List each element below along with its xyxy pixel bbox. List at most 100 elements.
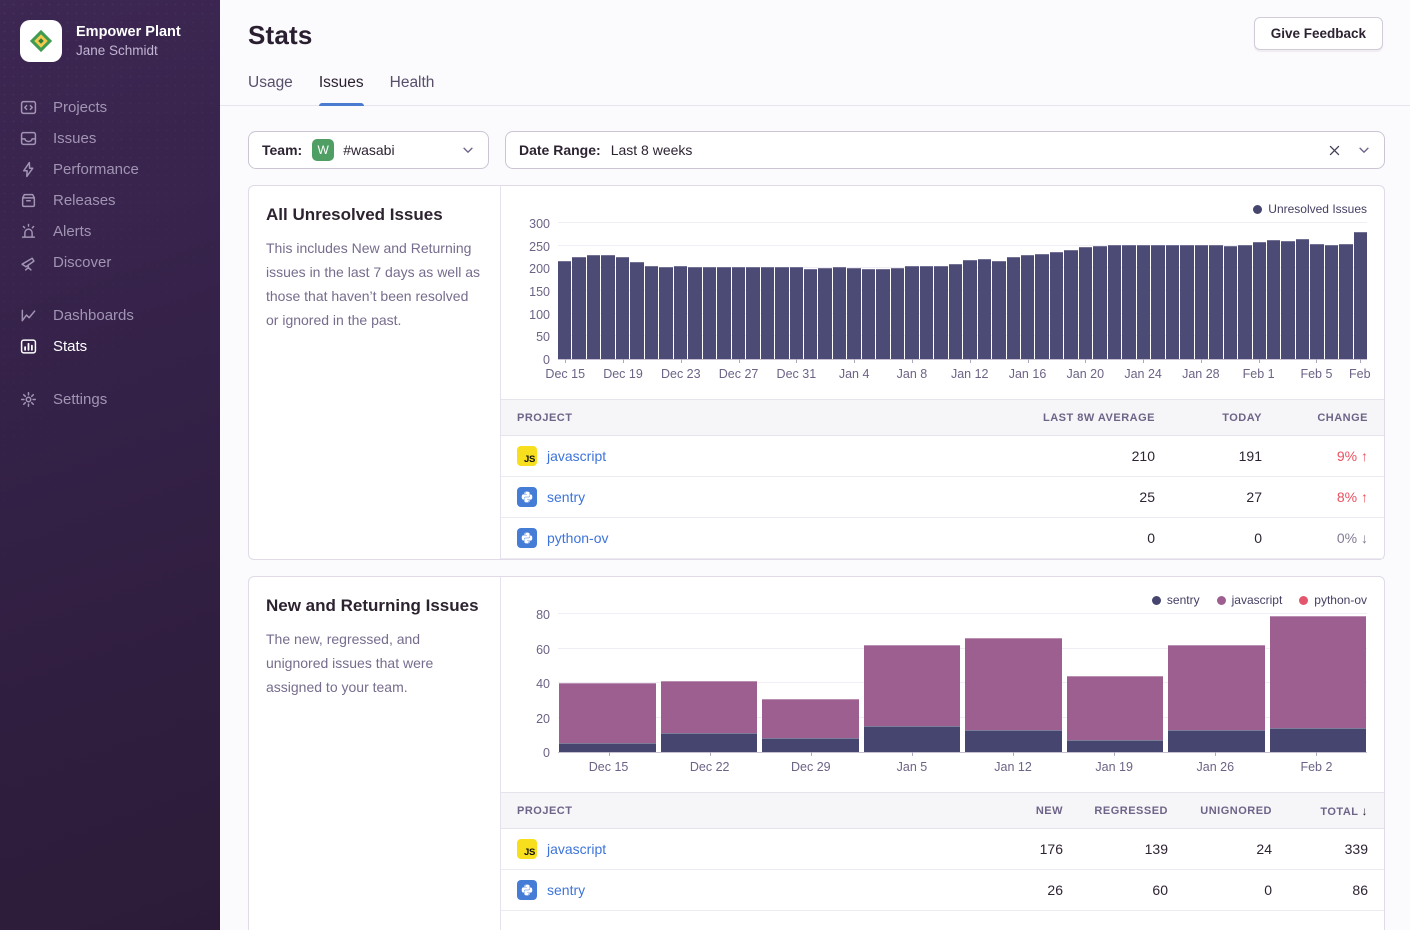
org-switcher[interactable]: Empower Plant Jane Schmidt bbox=[20, 20, 220, 62]
unresolved-issues-bar bbox=[1064, 250, 1077, 359]
unresolved-issues-bar bbox=[1079, 247, 1092, 359]
date-range-value: Last 8 weeks bbox=[611, 142, 693, 158]
team-filter[interactable]: Team: W #wasabi bbox=[248, 131, 489, 169]
legend-item-unresolved-issues[interactable]: Unresolved Issues bbox=[1253, 202, 1367, 216]
unresolved-issues-bar bbox=[833, 267, 846, 359]
y-axis: 020406080 bbox=[518, 615, 558, 753]
sentry-segment bbox=[661, 733, 758, 752]
y-tick-label: 50 bbox=[536, 330, 550, 344]
page-header: Stats Give Feedback Usage Issues Health bbox=[220, 0, 1410, 106]
projects-icon bbox=[20, 99, 37, 116]
unresolved-issues-table: PROJECTLAST 8W AVERAGETODAYCHANGEJSjavas… bbox=[501, 399, 1384, 559]
table-value: 25 bbox=[985, 489, 1155, 505]
filter-bar: Team: W #wasabi Date Range: Last 8 weeks bbox=[248, 131, 1385, 169]
x-tick-label: Dec 31 bbox=[777, 367, 817, 381]
y-tick-label: 300 bbox=[529, 217, 550, 231]
table-value: 176 bbox=[953, 841, 1063, 857]
give-feedback-button[interactable]: Give Feedback bbox=[1254, 17, 1383, 50]
table-value: 0 bbox=[1168, 882, 1272, 898]
sidebar-item-label: Dashboards bbox=[53, 307, 134, 324]
discover-icon bbox=[20, 254, 37, 271]
project-link-javascript[interactable]: javascript bbox=[547, 448, 606, 464]
legend-dot-icon bbox=[1253, 205, 1262, 214]
page-title: Stats bbox=[248, 20, 1383, 51]
unresolved-issues-bar bbox=[674, 266, 687, 359]
sidebar-item-stats[interactable]: Stats bbox=[20, 331, 220, 362]
x-tick-label: Jan 12 bbox=[994, 760, 1032, 774]
project-link-javascript[interactable]: javascript bbox=[547, 841, 606, 857]
sidebar-item-label: Stats bbox=[53, 338, 87, 355]
sidebar-item-issues[interactable]: Issues bbox=[20, 123, 220, 154]
sidebar-item-discover[interactable]: Discover bbox=[20, 247, 220, 278]
table-row-python-ov: python-ov000% ↓ bbox=[501, 518, 1384, 559]
legend-label: Unresolved Issues bbox=[1268, 202, 1367, 216]
unresolved-issues-chart: Unresolved Issues 050100150200250300 Dec… bbox=[501, 186, 1384, 387]
sidebar-item-label: Settings bbox=[53, 391, 107, 408]
dashboards-icon bbox=[20, 307, 37, 324]
x-tick-label: Dec 27 bbox=[719, 367, 759, 381]
unresolved-issues-bar bbox=[601, 255, 614, 359]
unresolved-issues-bar bbox=[963, 260, 976, 359]
tab-health[interactable]: Health bbox=[390, 74, 435, 105]
sidebar-item-alerts[interactable]: Alerts bbox=[20, 216, 220, 247]
legend-item-sentry[interactable]: sentry bbox=[1152, 593, 1200, 607]
sentry-segment bbox=[1270, 728, 1367, 752]
python-platform-icon bbox=[517, 528, 537, 548]
chevron-down-icon[interactable] bbox=[461, 143, 475, 157]
change-value: 8% ↑ bbox=[1262, 489, 1368, 505]
tab-usage[interactable]: Usage bbox=[248, 74, 293, 105]
column-header-new: NEW bbox=[953, 805, 1063, 817]
y-tick-label: 250 bbox=[529, 240, 550, 254]
unresolved-issues-bar bbox=[717, 267, 730, 359]
y-tick-label: 100 bbox=[529, 308, 550, 322]
x-tick-label: Dec 15 bbox=[545, 367, 585, 381]
table-value: 27 bbox=[1155, 489, 1262, 505]
unresolved-issues-bar bbox=[775, 267, 788, 359]
new-returning-issues-table: PROJECTNEWREGRESSEDUNIGNOREDTOTAL↓JSjava… bbox=[501, 792, 1384, 911]
org-logo-icon bbox=[20, 20, 62, 62]
x-axis: Dec 15Dec 22Dec 29Jan 5Jan 12Jan 19Jan 2… bbox=[558, 753, 1367, 780]
table-value: 210 bbox=[985, 448, 1155, 464]
sidebar-item-releases[interactable]: Releases bbox=[20, 185, 220, 216]
column-header-change: CHANGE bbox=[1262, 412, 1368, 424]
unresolved-issues-bar bbox=[949, 264, 962, 359]
project-link-sentry[interactable]: sentry bbox=[547, 489, 585, 505]
user-name: Jane Schmidt bbox=[76, 42, 181, 60]
project-link-sentry[interactable]: sentry bbox=[547, 882, 585, 898]
sidebar-item-dashboards[interactable]: Dashboards bbox=[20, 300, 220, 331]
x-tick-label: Dec 23 bbox=[661, 367, 701, 381]
unresolved-issues-bar bbox=[630, 262, 643, 359]
table-row-sentry: sentry 25278% ↑ bbox=[501, 477, 1384, 518]
new-returning-issues-chart: sentry javascript python-ov 020406080 Dec … bbox=[501, 577, 1384, 780]
x-tick-label: Dec 15 bbox=[589, 760, 629, 774]
chevron-down-icon[interactable] bbox=[1357, 143, 1371, 157]
tab-issues[interactable]: Issues bbox=[319, 74, 364, 105]
unresolved-issues-bar bbox=[978, 259, 991, 359]
sidebar-item-settings[interactable]: Settings bbox=[20, 384, 220, 415]
javascript-segment bbox=[559, 683, 656, 743]
unresolved-issues-bar bbox=[1224, 246, 1237, 359]
clear-date-icon[interactable] bbox=[1328, 144, 1341, 157]
date-range-filter[interactable]: Date Range: Last 8 weeks bbox=[505, 131, 1385, 169]
unresolved-issues-bar bbox=[732, 267, 745, 359]
unresolved-issues-bar bbox=[1093, 246, 1106, 359]
sidebar-item-projects[interactable]: Projects bbox=[20, 92, 220, 123]
project-link-python-ov[interactable]: python-ov bbox=[547, 530, 608, 546]
date-range-label: Date Range: bbox=[519, 142, 601, 158]
unresolved-issues-bar bbox=[1354, 232, 1367, 359]
main-area: Stats Give Feedback Usage Issues Health Te… bbox=[220, 0, 1410, 930]
javascript-segment bbox=[965, 638, 1062, 729]
unresolved-issues-bar bbox=[1325, 245, 1338, 359]
unresolved-issues-bar bbox=[1166, 245, 1179, 359]
sidebar-item-label: Issues bbox=[53, 130, 96, 147]
column-header-total[interactable]: TOTAL↓ bbox=[1272, 804, 1368, 818]
sort-descending-icon: ↓ bbox=[1362, 804, 1369, 818]
sidebar-item-performance[interactable]: Performance bbox=[20, 154, 220, 185]
unresolved-issues-bar bbox=[804, 269, 817, 359]
x-axis: Dec 15Dec 19Dec 23Dec 27Dec 31Jan 4Jan 8… bbox=[558, 360, 1367, 387]
x-tick-label: Jan 8 bbox=[897, 367, 928, 381]
legend-item-python-ov[interactable]: python-ov bbox=[1299, 593, 1367, 607]
legend-label: javascript bbox=[1232, 593, 1283, 607]
team-filter-label: Team: bbox=[262, 142, 302, 158]
legend-item-javascript[interactable]: javascript bbox=[1217, 593, 1283, 607]
